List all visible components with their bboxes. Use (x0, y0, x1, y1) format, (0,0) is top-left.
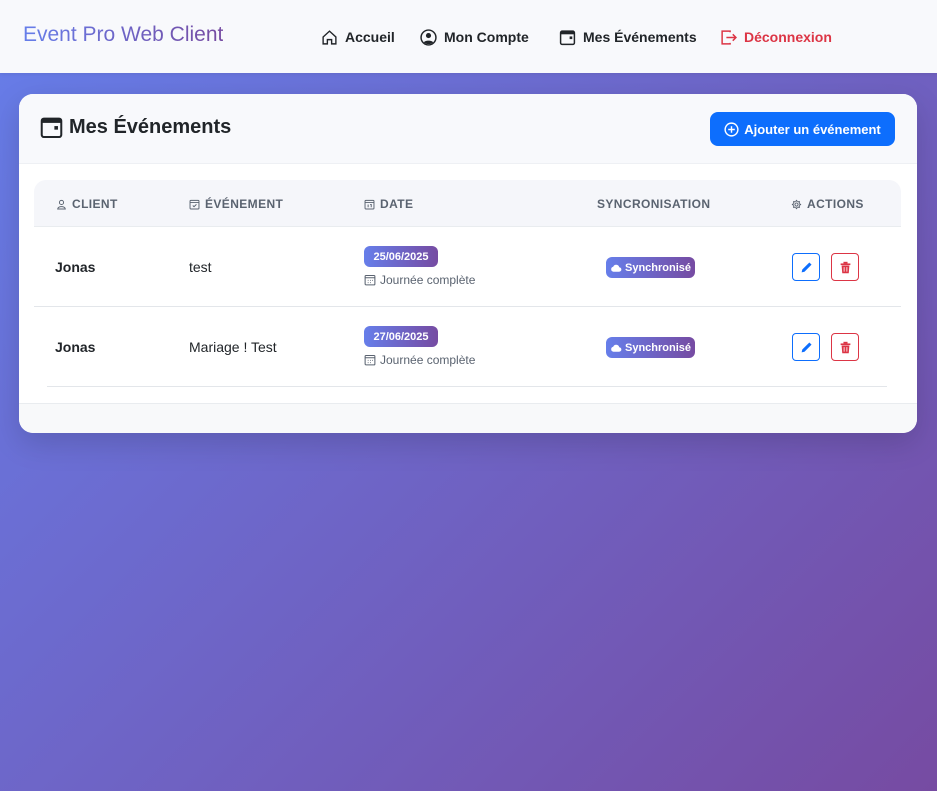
trash-icon (840, 341, 850, 353)
cell-event: Mariage ! Test (189, 339, 277, 355)
edit-button[interactable] (792, 333, 820, 361)
table-header: CLIENT ÉVÉNEMENT DATE SYNCRONISATION ACT… (34, 180, 901, 227)
events-table: CLIENT ÉVÉNEMENT DATE SYNCRONISATION ACT… (34, 180, 901, 388)
sync-status-badge: Synchronisé (606, 257, 695, 278)
date-subtext: Journée complète (364, 273, 475, 287)
table-row: Jonas test 25/06/2025 Journée complète S… (34, 227, 901, 307)
events-card: Mes Événements Ajouter un événement CLIE… (19, 94, 917, 433)
calendar-icon (559, 29, 576, 45)
sync-status-label: Synchronisé (624, 261, 692, 274)
nav-item-label: Mon Compte (444, 29, 529, 45)
gear-icon (791, 199, 802, 209)
column-header-event: ÉVÉNEMENT (189, 197, 283, 211)
page-title-text: Mes Événements (69, 116, 232, 138)
column-header-label: DATE (380, 197, 414, 211)
column-header-label: CLIENT (72, 197, 118, 211)
cloud-icon (611, 344, 622, 352)
column-header-client: CLIENT (56, 197, 118, 211)
calendar-date-icon (364, 199, 375, 209)
card-header: Mes Événements Ajouter un événement (19, 94, 917, 164)
column-header-date: DATE (364, 197, 413, 211)
cell-client: Jonas (55, 339, 96, 355)
add-event-button[interactable]: Ajouter un événement (710, 112, 895, 146)
nav-item-mon-compte[interactable]: Mon Compte (420, 27, 529, 47)
delete-button[interactable] (831, 253, 859, 281)
page-title: Mes Événements (40, 116, 231, 139)
nav-item-label: Déconnexion (744, 29, 832, 45)
person-icon (57, 199, 66, 209)
date-subtext-label: Journée complète (380, 353, 476, 367)
cell-event: test (189, 259, 212, 275)
column-header-label: ÉVÉNEMENT (205, 197, 284, 211)
edit-button[interactable] (792, 253, 820, 281)
date-badge: 27/06/2025 (364, 326, 438, 347)
date-badge: 25/06/2025 (364, 246, 438, 267)
calendar-icon (40, 117, 63, 138)
pencil-icon (801, 261, 812, 272)
calendar-small-icon (364, 274, 376, 286)
table-row: Jonas Mariage ! Test 27/06/2025 Journée … (47, 307, 887, 387)
nav-item-label: Mes Événements (583, 29, 697, 45)
column-header-actions: ACTIONS (791, 197, 864, 211)
delete-button[interactable] (831, 333, 859, 361)
calendar-small-icon (364, 354, 376, 366)
brand-title[interactable]: Event Pro Web Client (23, 23, 223, 47)
trash-icon (840, 261, 850, 273)
nav-item-accueil[interactable]: Accueil (321, 27, 395, 47)
cloud-icon (611, 264, 622, 272)
pencil-icon (801, 341, 812, 352)
user-circle-icon (420, 28, 437, 46)
date-subtext-label: Journée complète (380, 273, 476, 287)
plus-circle-icon (724, 121, 739, 137)
column-header-sync: SYNCRONISATION (597, 197, 710, 211)
nav-item-label: Accueil (345, 29, 395, 45)
sync-status-label: Synchronisé (624, 341, 692, 354)
home-icon (322, 29, 337, 45)
top-navbar: Event Pro Web Client Accueil Mon Compte … (0, 0, 937, 73)
nav-item-deconnexion[interactable]: Déconnexion (720, 27, 832, 47)
calendar-check-icon (189, 199, 200, 209)
card-footer (19, 403, 917, 433)
column-header-label: ACTIONS (807, 197, 864, 211)
date-subtext: Journée complète (364, 353, 475, 367)
nav-item-mes-evenements[interactable]: Mes Événements (559, 27, 697, 47)
logout-icon (721, 29, 737, 45)
column-header-label: SYNCRONISATION (597, 197, 711, 211)
cell-client: Jonas (55, 259, 96, 275)
sync-status-badge: Synchronisé (606, 337, 695, 358)
add-event-label: Ajouter un événement (744, 121, 881, 137)
